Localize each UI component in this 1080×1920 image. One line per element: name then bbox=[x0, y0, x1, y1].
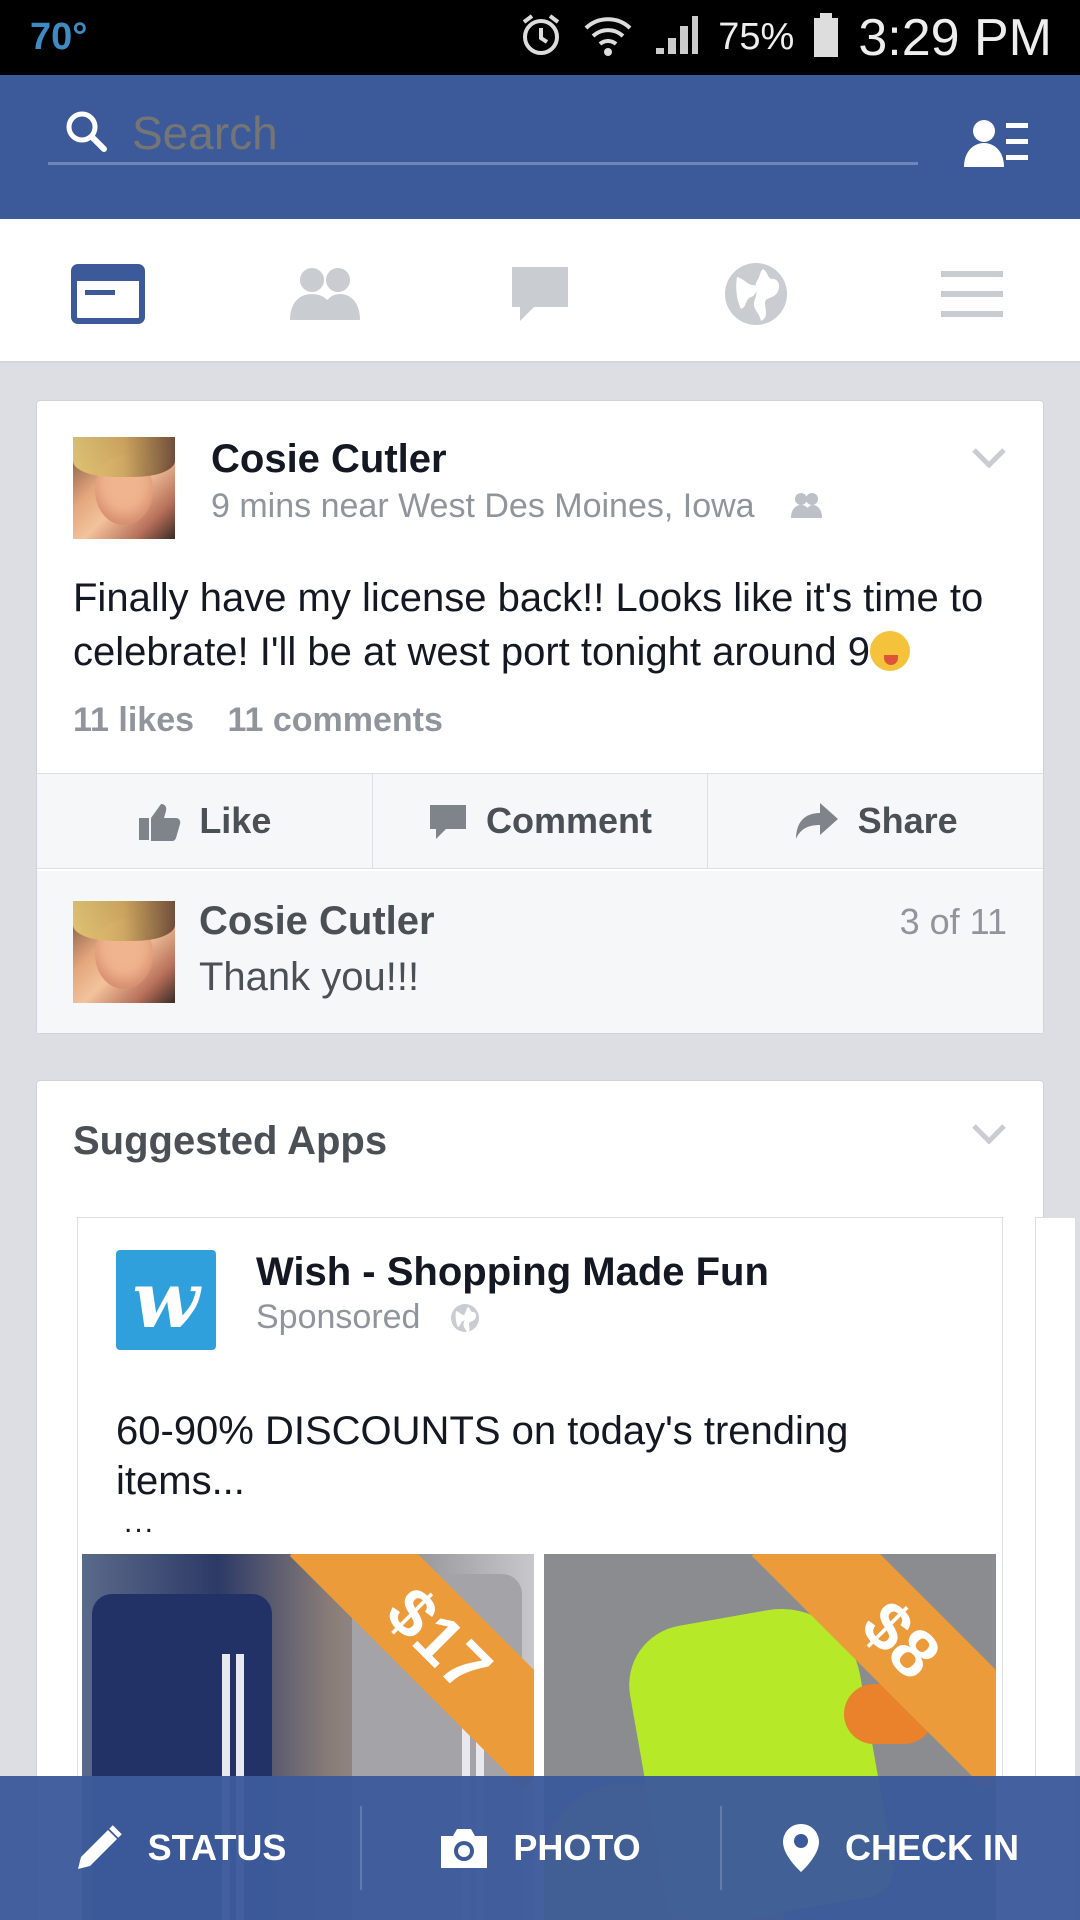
like-label: Like bbox=[199, 800, 272, 841]
navigation-tabs bbox=[0, 219, 1080, 363]
tab-notifications[interactable] bbox=[716, 259, 796, 329]
top-comment[interactable]: Cosie Cutler Thank you!!! 3 of 11 bbox=[37, 871, 1043, 1033]
photo-label: PHOTO bbox=[513, 1827, 641, 1868]
comment-text: Thank you!!! bbox=[199, 955, 420, 999]
audience-friends-icon bbox=[790, 489, 823, 528]
post-counts: 11 likes 11 comments bbox=[73, 701, 467, 740]
share-label: Share bbox=[857, 800, 958, 841]
wish-logo-icon[interactable]: w bbox=[116, 1250, 216, 1350]
alarm-icon bbox=[518, 12, 564, 63]
ad-description: 60-90% DISCOUNTS on today's trending ite… bbox=[116, 1409, 849, 1503]
signal-icon bbox=[652, 12, 700, 63]
search-input[interactable] bbox=[132, 103, 892, 163]
battery-icon bbox=[812, 11, 840, 64]
comment-button[interactable]: Comment bbox=[373, 774, 709, 868]
sponsored-label: Sponsored bbox=[256, 1298, 421, 1336]
news-feed-icon bbox=[71, 264, 145, 324]
person-list-icon bbox=[964, 120, 1028, 167]
suggested-apps-title: Suggested Apps bbox=[73, 1119, 388, 1163]
tab-news-feed[interactable] bbox=[68, 259, 148, 329]
battery-percentage: 75% bbox=[718, 16, 795, 58]
camera-icon bbox=[441, 1829, 488, 1868]
tab-friend-requests[interactable] bbox=[284, 259, 364, 329]
like-button[interactable]: Like bbox=[37, 774, 373, 868]
comment-label: Comment bbox=[486, 800, 653, 841]
status-label: STATUS bbox=[147, 1827, 287, 1868]
status-icons: 75% 3:29 PM bbox=[518, 0, 1052, 75]
comment-icon bbox=[430, 805, 466, 839]
post-author-name[interactable]: Cosie Cutler bbox=[211, 437, 447, 482]
comment-author-name[interactable]: Cosie Cutler bbox=[199, 899, 435, 944]
wifi-icon bbox=[582, 12, 634, 63]
avatar[interactable] bbox=[73, 437, 175, 539]
friends-icon bbox=[290, 268, 360, 320]
weather-temperature: 70° bbox=[30, 16, 88, 58]
share-button[interactable]: Share bbox=[708, 774, 1043, 868]
post-meta: 9 mins near West Des Moines, Iowa bbox=[211, 487, 823, 528]
clock: 3:29 PM bbox=[858, 8, 1052, 67]
post-body: Finally have my license back!! Looks lik… bbox=[73, 571, 1013, 679]
thumbs-up-icon bbox=[139, 804, 181, 841]
status-button[interactable]: STATUS bbox=[0, 1776, 360, 1920]
post-text: Finally have my license back!! Looks lik… bbox=[73, 576, 984, 674]
top-header bbox=[0, 75, 1080, 219]
check-in-button[interactable]: CHECK IN bbox=[720, 1776, 1080, 1920]
ad-more-ellipsis[interactable]: ... bbox=[124, 1506, 155, 1540]
tab-more[interactable] bbox=[932, 259, 1012, 329]
globe-icon bbox=[725, 263, 787, 325]
tab-messages[interactable] bbox=[500, 259, 580, 329]
search-bar[interactable] bbox=[48, 103, 918, 165]
check-in-label: CHECK IN bbox=[844, 1827, 1019, 1868]
search-icon bbox=[64, 109, 108, 153]
feed-post: Cosie Cutler 9 mins near West Des Moines… bbox=[36, 400, 1044, 1034]
ad-app-name[interactable]: Wish - Shopping Made Fun bbox=[256, 1250, 769, 1295]
likes-count[interactable]: 11 likes bbox=[73, 701, 194, 739]
photo-button[interactable]: PHOTO bbox=[360, 1776, 720, 1920]
apps-options-chevron-icon[interactable] bbox=[971, 1123, 1007, 1145]
post-options-chevron-icon[interactable] bbox=[971, 447, 1007, 469]
composer-bar: STATUS PHOTO CHECK IN bbox=[0, 1776, 1080, 1920]
share-arrow-icon bbox=[795, 803, 838, 839]
comment-avatar[interactable] bbox=[73, 901, 175, 1003]
pencil-icon bbox=[77, 1825, 122, 1869]
winking-tongue-emoji-icon bbox=[870, 631, 911, 671]
comments-count[interactable]: 11 comments bbox=[227, 701, 442, 739]
location-pin-icon bbox=[782, 1824, 819, 1872]
public-globe-icon bbox=[451, 1303, 480, 1333]
menu-icon bbox=[941, 271, 1003, 317]
post-timestamp-location[interactable]: 9 mins near West Des Moines, Iowa bbox=[211, 487, 755, 525]
comment-position: 3 of 11 bbox=[899, 901, 1007, 942]
chat-bubble-icon bbox=[512, 267, 568, 321]
ad-sponsored: Sponsored bbox=[256, 1298, 480, 1337]
post-actions: Like Comment Share bbox=[37, 773, 1043, 869]
friends-list-button[interactable] bbox=[962, 115, 1032, 177]
status-bar: 70° 75% 3:29 PM bbox=[0, 0, 1080, 75]
